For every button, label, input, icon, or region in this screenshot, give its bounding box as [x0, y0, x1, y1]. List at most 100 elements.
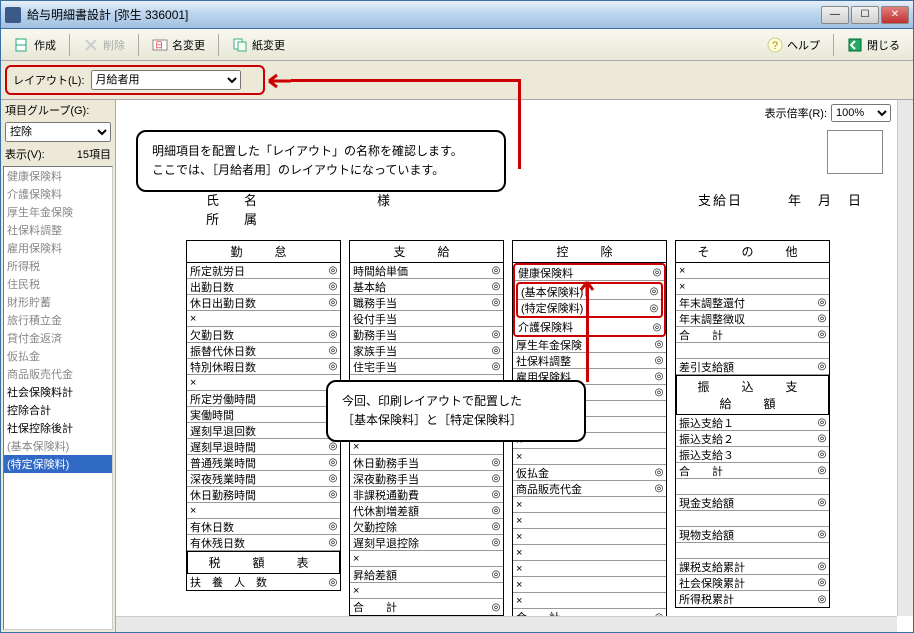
slip-row[interactable]: 振替代休日数◎ [187, 343, 340, 359]
list-item[interactable]: (基本保険料) [4, 437, 112, 455]
list-item[interactable]: 所得税 [4, 257, 112, 275]
slip-row[interactable]: 振込支給２◎ [676, 431, 829, 447]
vertical-scrollbar[interactable] [897, 100, 913, 616]
slip-row[interactable]: 年末調整徴収◎ [676, 311, 829, 327]
slip-row[interactable]: 家族手当◎ [350, 343, 503, 359]
list-item[interactable]: 商品販売代金 [4, 365, 112, 383]
slip-row[interactable]: 住宅手当◎ [350, 359, 503, 375]
maximize-button[interactable]: ☐ [851, 6, 879, 24]
list-item[interactable]: 厚生年金保険 [4, 203, 112, 221]
slip-row[interactable]: 社会保険累計◎ [676, 575, 829, 591]
slip-row[interactable]: 所定労働時間◎ [187, 391, 340, 407]
slip-row[interactable]: 年末調整還付◎ [676, 295, 829, 311]
list-item[interactable]: 介護保険料 [4, 185, 112, 203]
slip-row[interactable]: 特別休暇日数◎ [187, 359, 340, 375]
slip-row[interactable]: 勤務手当◎ [350, 327, 503, 343]
list-item[interactable]: 社保控除後計 [4, 419, 112, 437]
item-list[interactable]: 健康保険料介護保険料厚生年金保険社保料調整雇用保険料所得税住民税財形貯蓄旅行積立… [3, 166, 113, 630]
slip-row[interactable]: 休日出勤日数◎ [187, 295, 340, 311]
slip-row[interactable]: 現物支給額◎ [676, 527, 829, 543]
list-item[interactable]: 社会保険料計 [4, 383, 112, 401]
slip-row[interactable]: 基本給◎ [350, 279, 503, 295]
window-close-button[interactable]: ✕ [881, 6, 909, 24]
slip-row[interactable]: 普通残業時間◎ [187, 455, 340, 471]
slip-row[interactable]: × [513, 529, 666, 545]
list-item[interactable]: (特定保険料) [4, 455, 112, 473]
slip-row[interactable] [676, 543, 829, 559]
slip-row[interactable]: 有休日数◎ [187, 519, 340, 535]
list-item[interactable]: 健康保険料 [4, 167, 112, 185]
slip-row[interactable]: 有休残日数◎ [187, 535, 340, 551]
slip-row[interactable]: 合 計◎ [676, 327, 829, 343]
slip-row[interactable]: × [187, 503, 340, 519]
list-item[interactable]: 雇用保険料 [4, 239, 112, 257]
slip-row[interactable]: 商品販売代金◎ [513, 481, 666, 497]
list-item[interactable]: 社保料調整 [4, 221, 112, 239]
slip-row[interactable]: × [513, 561, 666, 577]
slip-row[interactable]: 遅刻早退時間◎ [187, 439, 340, 455]
slip-row[interactable]: × [676, 263, 829, 279]
slip-row[interactable]: 役付手当 [350, 311, 503, 327]
slip-row[interactable]: 実働時間◎ [187, 407, 340, 423]
slip-row[interactable]: 出勤日数◎ [187, 279, 340, 295]
horizontal-scrollbar[interactable] [116, 616, 897, 632]
list-item[interactable]: 貸付金返済 [4, 329, 112, 347]
zoom-select[interactable]: 100% [831, 104, 891, 122]
slip-row[interactable]: 扶 養 人 数◎ [187, 574, 340, 590]
slip-row[interactable]: 課税支給累計◎ [676, 559, 829, 575]
slip-row[interactable]: × [187, 311, 340, 327]
paper-button[interactable]: 紙変更 [225, 34, 292, 56]
slip-row[interactable]: 差引支給額◎ [676, 359, 829, 375]
slip-row[interactable]: 欠勤控除◎ [350, 519, 503, 535]
help-button[interactable]: ? ヘルプ [760, 34, 827, 56]
slip-row[interactable]: (特定保険料)◎ [518, 300, 661, 316]
slip-row[interactable]: 介護保険料◎ [515, 319, 664, 335]
slip-row[interactable]: × [676, 279, 829, 295]
itemgroup-select[interactable]: 控除 [5, 122, 111, 142]
slip-row[interactable]: 現金支給額◎ [676, 495, 829, 511]
slip-row[interactable]: 遅刻早退回数◎ [187, 423, 340, 439]
delete-button[interactable]: 削除 [76, 34, 132, 56]
slip-row[interactable] [676, 511, 829, 527]
slip-row[interactable]: 仮払金◎ [513, 465, 666, 481]
slip-row[interactable]: 所得税累計◎ [676, 591, 829, 607]
slip-row[interactable]: 非課税通勤費◎ [350, 487, 503, 503]
slip-row[interactable]: 社保料調整◎ [513, 353, 666, 369]
slip-row[interactable]: × [350, 551, 503, 567]
slip-row[interactable]: 振込支給３◎ [676, 447, 829, 463]
slip-row[interactable]: 深夜勤務手当◎ [350, 471, 503, 487]
list-item[interactable]: 住民税 [4, 275, 112, 293]
slip-row[interactable]: 休日勤務時間◎ [187, 487, 340, 503]
slip-row[interactable]: × [513, 497, 666, 513]
list-item[interactable]: 財形貯蓄 [4, 293, 112, 311]
slip-row[interactable] [676, 479, 829, 495]
slip-row[interactable]: 深夜残業時間◎ [187, 471, 340, 487]
list-item[interactable]: 旅行積立金 [4, 311, 112, 329]
slip-row[interactable]: 休日勤務手当◎ [350, 455, 503, 471]
slip-row[interactable]: 遅刻早退控除◎ [350, 535, 503, 551]
slip-row[interactable]: × [513, 545, 666, 561]
rename-button[interactable]: 日 名変更 [145, 34, 212, 56]
slip-row[interactable]: 所定就労日◎ [187, 263, 340, 279]
list-item[interactable]: 控除合計 [4, 401, 112, 419]
slip-row[interactable]: × [513, 513, 666, 529]
close-button[interactable]: 閉じる [840, 34, 907, 56]
slip-row[interactable]: × [350, 583, 503, 599]
slip-row[interactable]: × [187, 375, 340, 391]
slip-row[interactable] [676, 343, 829, 359]
slip-row[interactable]: 厚生年金保険◎ [513, 337, 666, 353]
slip-row[interactable]: 合 計◎ [350, 599, 503, 615]
create-button[interactable]: 作成 [7, 34, 63, 56]
slip-row[interactable]: × [513, 449, 666, 465]
slip-row[interactable]: 欠勤日数◎ [187, 327, 340, 343]
list-item[interactable]: 仮払金 [4, 347, 112, 365]
slip-row[interactable]: 職務手当◎ [350, 295, 503, 311]
minimize-button[interactable]: — [821, 6, 849, 24]
layout-select[interactable]: 月給者用 [91, 70, 241, 90]
slip-row[interactable]: 昇給差額◎ [350, 567, 503, 583]
slip-row[interactable]: 時間給単価◎ [350, 263, 503, 279]
slip-row[interactable]: 振込支給１◎ [676, 415, 829, 431]
slip-row[interactable]: × [513, 577, 666, 593]
slip-row[interactable]: × [513, 593, 666, 609]
slip-row[interactable]: 健康保険料◎ [515, 265, 664, 281]
